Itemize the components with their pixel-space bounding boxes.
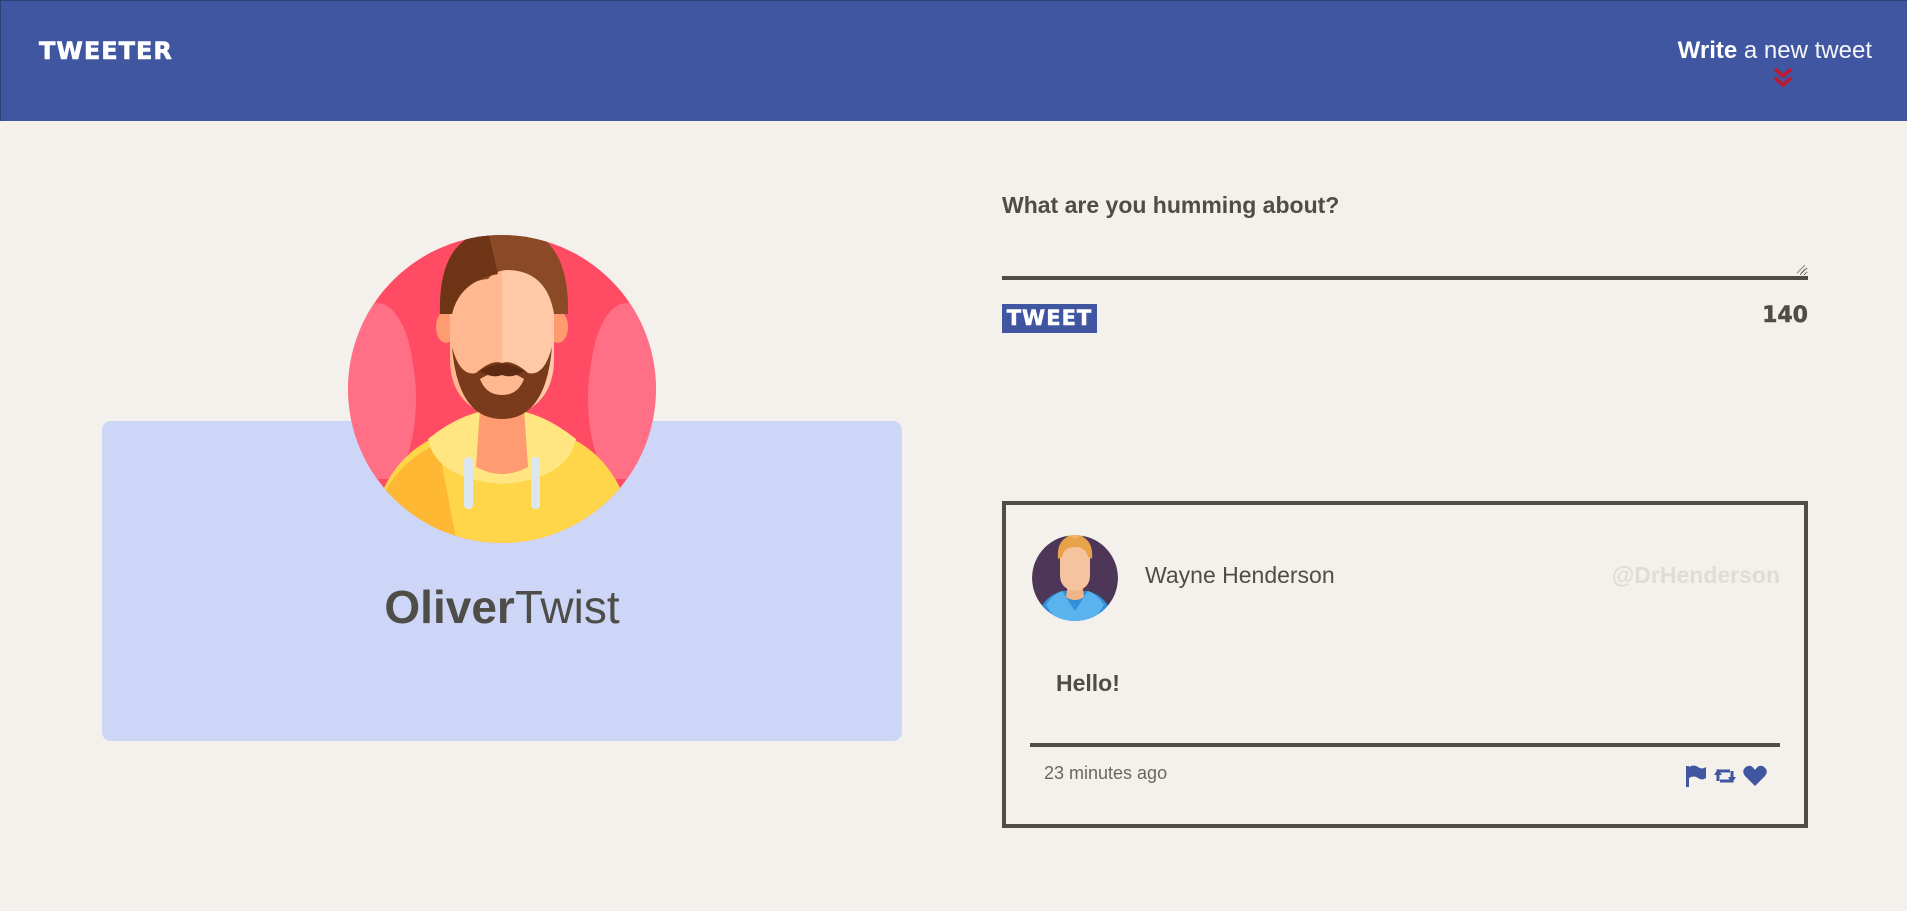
tweet-divider	[1030, 743, 1780, 747]
flag-icon[interactable]	[1682, 763, 1708, 789]
tweet-content: Hello!	[1056, 670, 1120, 696]
top-nav: TWEETER Write a new tweet	[0, 0, 1907, 121]
tweet-author-handle: @DrHenderson	[1611, 562, 1780, 588]
tweet-text-input[interactable]	[1002, 226, 1808, 280]
new-tweet-label: a new tweet	[1737, 37, 1872, 64]
brand-logo[interactable]: TWEETER	[39, 37, 173, 66]
write-new-tweet-toggle[interactable]: Write a new tweet	[1672, 37, 1872, 65]
tweet-timestamp: 23 minutes ago	[1044, 763, 1168, 783]
character-counter: 140	[1762, 303, 1808, 329]
profile-avatar-icon	[348, 235, 656, 543]
tweet-actions	[1682, 763, 1768, 789]
heart-icon[interactable]	[1742, 763, 1768, 789]
tweet-submit-button[interactable]: TWEET	[1002, 304, 1097, 333]
profile-first-name: Oliver	[384, 581, 515, 633]
profile-name: OliverTwist	[102, 580, 902, 634]
write-label: Write	[1677, 37, 1738, 64]
double-chevron-down-icon[interactable]	[1772, 65, 1794, 91]
retweet-icon[interactable]	[1712, 763, 1738, 789]
tweet-card: Wayne Henderson @DrHenderson Hello! 23 m…	[1002, 501, 1808, 828]
compose-label: What are you humming about?	[1002, 192, 1340, 218]
tweet-author-name: Wayne Henderson	[1145, 562, 1335, 588]
resize-grip-icon[interactable]	[1796, 264, 1806, 274]
profile-last-name: Twist	[514, 581, 620, 633]
tweet-author-avatar-icon	[1032, 535, 1118, 621]
